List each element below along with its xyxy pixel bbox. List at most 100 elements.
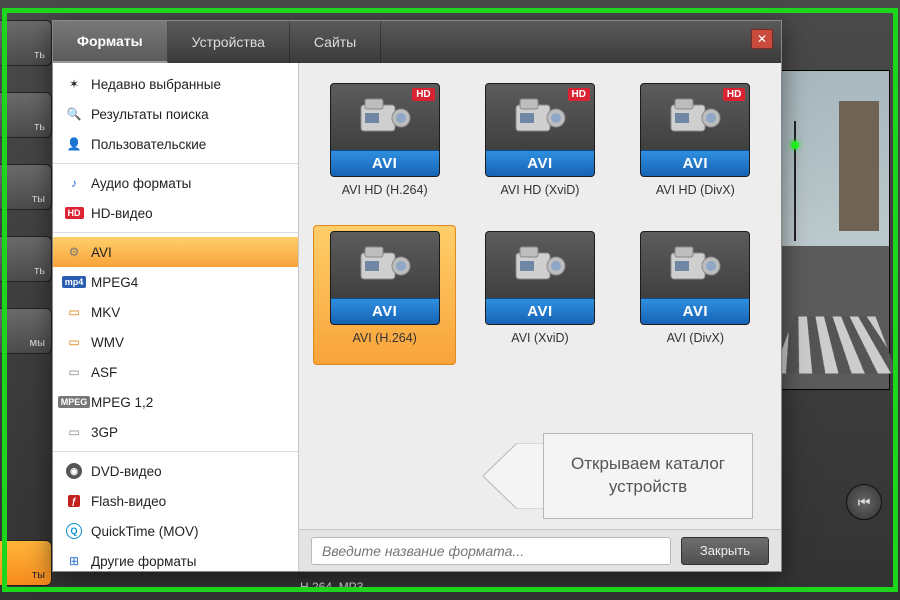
format-tile[interactable]: HD AVI AVI HD (XviD) <box>468 77 611 217</box>
format-tile[interactable]: HD AVI AVI HD (H.264) <box>313 77 456 217</box>
sidebar-item-label: Недавно выбранные <box>91 77 221 92</box>
dvd-icon: ◉ <box>65 462 83 480</box>
sidebar-item-label: MPEG4 <box>91 275 138 290</box>
format-tile[interactable]: HD AVI AVI HD (DivX) <box>624 77 767 217</box>
sidebar-item-flash[interactable]: ƒ Flash-видео <box>53 486 298 516</box>
left-toolbar-stubs: ть ть ты ть мы ты <box>0 0 52 600</box>
hd-badge: HD <box>412 88 434 101</box>
format-tile[interactable]: AVI AVI (H.264) <box>313 225 456 365</box>
format-sidebar: ✶ Недавно выбранные 🔍 Результаты поиска … <box>53 63 299 571</box>
film-icon: ▭ <box>65 333 83 351</box>
tile-format-bar: AVI <box>486 298 594 324</box>
tile-thumbnail: AVI <box>640 231 750 325</box>
sidebar-item-label: MPEG 1,2 <box>91 395 153 410</box>
sidebar-item-label: Аудио форматы <box>91 176 191 191</box>
stub-button[interactable]: ты <box>0 164 52 210</box>
hd-badge: HD <box>568 88 590 101</box>
hd-badge: HD <box>723 88 745 101</box>
sidebar-item-search-results[interactable]: 🔍 Результаты поиска <box>53 99 298 129</box>
quicktime-icon: Q <box>65 522 83 540</box>
format-grid: HD AVI AVI HD (H.264) HD AVI AVI HD (Xvi… <box>299 63 781 529</box>
tab-devices[interactable]: Устройства <box>168 21 290 63</box>
tile-caption: AVI (H.264) <box>352 331 416 345</box>
gear-icon: ⚙ <box>65 243 83 261</box>
sidebar-item-audio[interactable]: ♪ Аудио форматы <box>53 168 298 198</box>
video-preview <box>780 70 890 390</box>
film-icon: ▭ <box>65 363 83 381</box>
sidebar-item-label: WMV <box>91 335 124 350</box>
tile-caption: AVI (XviD) <box>511 331 568 345</box>
mpeg-icon: MPEG <box>65 393 83 411</box>
star-icon: ✶ <box>65 75 83 93</box>
sidebar-item-3gp[interactable]: ▭ 3GP <box>53 417 298 447</box>
previous-button[interactable]: ⏮ <box>846 484 882 520</box>
sidebar-item-quicktime[interactable]: Q QuickTime (MOV) <box>53 516 298 546</box>
stub-button[interactable]: ть <box>0 20 52 66</box>
tile-format-bar: AVI <box>641 298 749 324</box>
stub-button-active[interactable]: ты <box>0 540 52 586</box>
sidebar-item-asf[interactable]: ▭ ASF <box>53 357 298 387</box>
tile-thumbnail: HD AVI <box>485 83 595 177</box>
film-icon: ▭ <box>65 423 83 441</box>
format-dialog: Форматы Устройства Сайты ✕ ✶ Недавно выб… <box>52 20 782 572</box>
sidebar-item-other[interactable]: ⊞ Другие форматы <box>53 546 298 571</box>
sidebar-item-mpeg4[interactable]: mp4 MPEG4 <box>53 267 298 297</box>
tile-thumbnail: AVI <box>330 231 440 325</box>
tile-thumbnail: HD AVI <box>640 83 750 177</box>
stub-button[interactable]: ть <box>0 92 52 138</box>
tile-format-bar: AVI <box>331 150 439 176</box>
stub-button[interactable]: ть <box>0 236 52 282</box>
tile-thumbnail: HD AVI <box>330 83 440 177</box>
search-icon: 🔍 <box>65 105 83 123</box>
close-button[interactable]: ✕ <box>751 29 773 49</box>
sidebar-item-wmv[interactable]: ▭ WMV <box>53 327 298 357</box>
tile-caption: AVI HD (XviD) <box>501 183 580 197</box>
camera-icon <box>641 232 749 298</box>
sidebar-item-label: AVI <box>91 245 112 260</box>
tab-formats[interactable]: Форматы <box>53 21 168 63</box>
tile-caption: AVI HD (DivX) <box>656 183 735 197</box>
sidebar-item-label: DVD-видео <box>91 464 162 479</box>
camera-icon <box>331 232 439 298</box>
tile-format-bar: AVI <box>641 150 749 176</box>
sidebar-item-label: Другие форматы <box>91 554 196 569</box>
sidebar-item-label: MKV <box>91 305 120 320</box>
sidebar-item-mkv[interactable]: ▭ MKV <box>53 297 298 327</box>
user-icon: 👤 <box>65 135 83 153</box>
dialog-tabbar: Форматы Устройства Сайты ✕ <box>53 21 781 63</box>
sidebar-item-label: ASF <box>91 365 117 380</box>
sidebar-item-dvd[interactable]: ◉ DVD-видео <box>53 456 298 486</box>
flash-icon: ƒ <box>65 492 83 510</box>
sidebar-item-avi[interactable]: ⚙ AVI <box>53 237 298 267</box>
status-codec-text: H.264. MP3 <box>300 580 363 594</box>
tile-format-bar: AVI <box>486 150 594 176</box>
tile-thumbnail: AVI <box>485 231 595 325</box>
sidebar-item-label: Flash-видео <box>91 494 166 509</box>
tab-sites[interactable]: Сайты <box>290 21 381 63</box>
mp4-icon: mp4 <box>65 273 83 291</box>
sidebar-item-label: QuickTime (MOV) <box>91 524 199 539</box>
film-icon: ▭ <box>65 303 83 321</box>
format-tile[interactable]: AVI AVI (DivX) <box>624 225 767 365</box>
camera-icon <box>486 232 594 298</box>
format-content: HD AVI AVI HD (H.264) HD AVI AVI HD (Xvi… <box>299 63 781 571</box>
tile-format-bar: AVI <box>331 298 439 324</box>
format-tile[interactable]: AVI AVI (XviD) <box>468 225 611 365</box>
close-dialog-button[interactable]: Закрыть <box>681 537 769 565</box>
sidebar-item-label: Пользовательские <box>91 137 206 152</box>
sidebar-item-label: 3GP <box>91 425 118 440</box>
sidebar-item-label: HD-видео <box>91 206 153 221</box>
tile-caption: AVI (DivX) <box>667 331 724 345</box>
sidebar-item-recent[interactable]: ✶ Недавно выбранные <box>53 69 298 99</box>
sidebar-item-custom[interactable]: 👤 Пользовательские <box>53 129 298 159</box>
sidebar-item-hd[interactable]: HD HD-видео <box>53 198 298 228</box>
hd-icon: HD <box>65 204 83 222</box>
format-search-input[interactable] <box>311 537 671 565</box>
sidebar-item-mpeg12[interactable]: MPEG MPEG 1,2 <box>53 387 298 417</box>
stub-button[interactable]: мы <box>0 308 52 354</box>
tile-caption: AVI HD (H.264) <box>342 183 428 197</box>
note-icon: ♪ <box>65 174 83 192</box>
grid-icon: ⊞ <box>65 552 83 570</box>
sidebar-item-label: Результаты поиска <box>91 107 209 122</box>
search-bar: Закрыть <box>299 529 781 571</box>
